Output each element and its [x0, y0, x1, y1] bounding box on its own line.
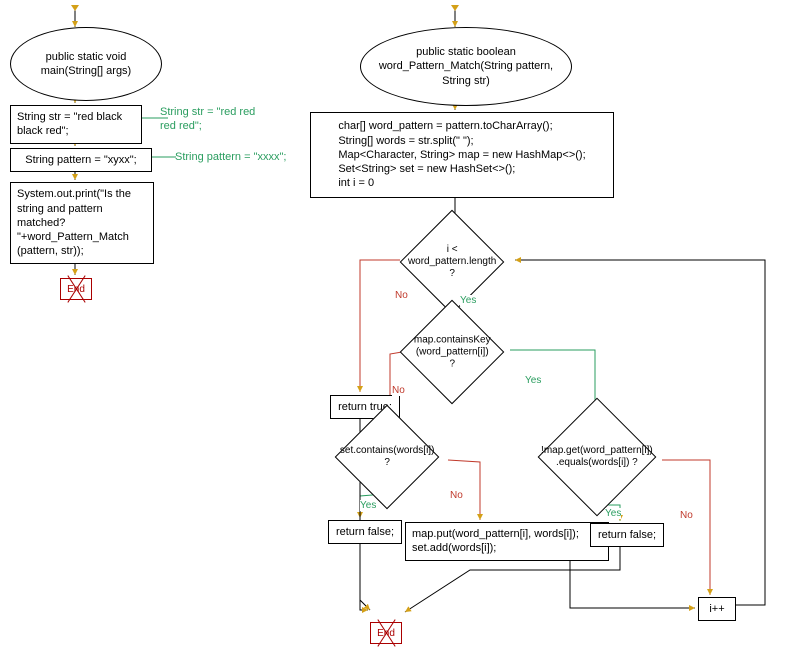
- init-block-text: char[] word_pattern = pattern.toCharArra…: [338, 119, 585, 190]
- cond-containskey: map.containsKey (word_pattern[i]) ?: [415, 315, 489, 389]
- inc-text: i++: [709, 602, 724, 616]
- cond2-yes: Yes: [525, 375, 541, 386]
- right-end-text: End: [377, 627, 395, 640]
- left-end-text: End: [67, 283, 85, 296]
- print-call: System.out.print("Is the string and patt…: [10, 182, 154, 264]
- start-arrow-left: [71, 5, 79, 11]
- str-declaration: String str = "red black black red";: [10, 105, 142, 144]
- start-arrow-right: [451, 5, 459, 11]
- main-method-text: public static void main(String[] args): [21, 50, 151, 79]
- cond-set-contains: set.contains(words[i]) ?: [350, 420, 424, 494]
- return-false-left: return false;: [328, 520, 402, 544]
- put-text: map.put(word_pattern[i], words[i]); set.…: [412, 527, 602, 556]
- note-pattern: String pattern = "xxxx";: [175, 150, 286, 164]
- increment: i++: [698, 597, 736, 621]
- return-false1-text: return false;: [336, 525, 394, 539]
- cond-equals: !map.get(word_pattern[i]) .equals(words[…: [555, 415, 639, 499]
- main-method-start: public static void main(String[] args): [10, 27, 162, 101]
- init-block: char[] word_pattern = pattern.toCharArra…: [310, 112, 614, 198]
- map-put-block: map.put(word_pattern[i], words[i]); set.…: [405, 522, 609, 561]
- pattern-decl-text: String pattern = "xyxx";: [25, 153, 136, 167]
- right-end: End: [370, 622, 402, 644]
- cond3-yes: Yes: [360, 500, 376, 511]
- cond3-no: No: [450, 490, 463, 501]
- match-method-text: public static boolean word_Pattern_Match…: [371, 45, 561, 88]
- cond4-yes: Yes: [605, 508, 621, 519]
- note-str: String str = "red red red red";: [160, 105, 270, 134]
- cond2-no: No: [392, 385, 405, 396]
- flowchart-connections: [0, 0, 793, 665]
- pattern-declaration: String pattern = "xyxx";: [10, 148, 152, 172]
- return-false-right: return false;: [590, 523, 664, 547]
- return-false2-text: return false;: [598, 528, 656, 542]
- cond4-no: No: [680, 510, 693, 521]
- cond1-no: No: [395, 290, 408, 301]
- match-method-start: public static boolean word_Pattern_Match…: [360, 27, 572, 106]
- cond1-yes: Yes: [460, 295, 476, 306]
- cond-length: i < word_pattern.length ?: [415, 225, 489, 299]
- left-end: End: [60, 278, 92, 300]
- str-decl-text: String str = "red black black red";: [17, 110, 135, 139]
- print-call-text: System.out.print("Is the string and patt…: [17, 187, 147, 258]
